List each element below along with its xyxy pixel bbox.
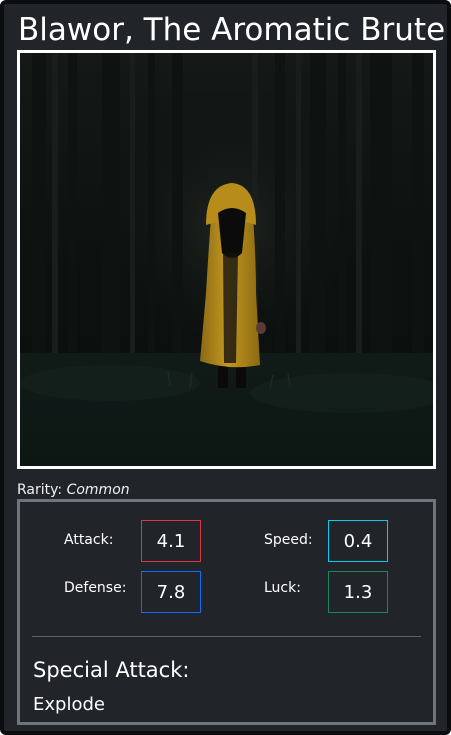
stats-divider (32, 636, 421, 637)
defense-label: Defense: (64, 580, 127, 596)
special-attack-title: Special Attack: (33, 658, 190, 682)
rarity-label: Rarity: (17, 482, 63, 498)
speed-value: 0.4 (328, 520, 388, 562)
special-attack-value: Explode (33, 694, 105, 715)
stats-panel: Attack: 4.1 Speed: 0.4 Defense: 7.8 Luck… (17, 499, 436, 725)
hooded-figure-image (20, 53, 433, 466)
defense-value: 7.8 (141, 571, 201, 613)
attack-label: Attack: (64, 532, 114, 548)
attack-value: 4.1 (141, 520, 201, 562)
speed-label: Speed: (264, 532, 313, 548)
luck-value: 1.3 (328, 571, 388, 613)
rarity-line: Rarity: Common (17, 480, 130, 500)
card-title: Blawor, The Aromatic Brute (18, 12, 446, 48)
rarity-value: Common (66, 482, 130, 498)
character-portrait (17, 50, 436, 469)
character-card: Blawor, The Aromatic Brute Rarity: Commo… (0, 0, 451, 735)
luck-label: Luck: (264, 580, 301, 596)
